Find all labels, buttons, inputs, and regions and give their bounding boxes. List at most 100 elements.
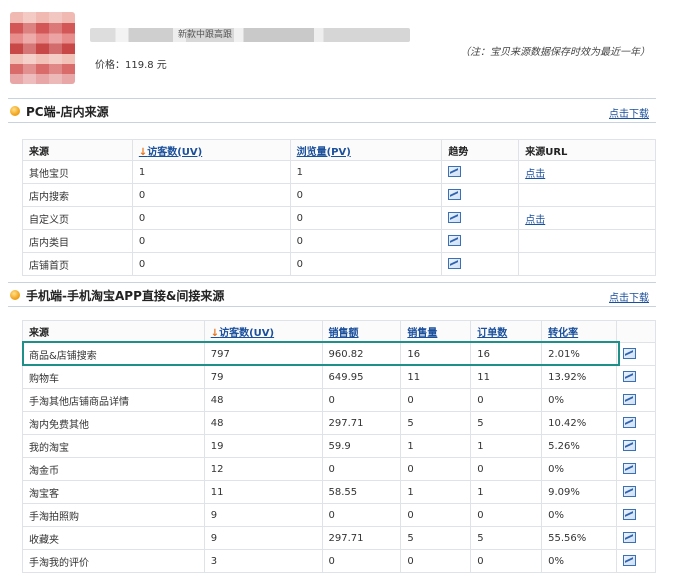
orders-cell: 0	[470, 503, 543, 527]
product-thumbnail[interactable]	[10, 12, 75, 84]
sales-cell: 0	[321, 457, 402, 481]
col-conversion[interactable]: 转化率	[541, 320, 618, 343]
trend-chart-icon[interactable]	[448, 189, 462, 201]
trend-chart-icon[interactable]	[448, 166, 462, 178]
orange-dot-icon	[10, 290, 20, 300]
trend-chart-icon[interactable]	[448, 258, 462, 270]
uv-cell: 0	[131, 252, 291, 276]
table-row: 淘金币 12 0 0 0 0%	[22, 457, 656, 481]
conversion-cell: 5.26%	[541, 434, 618, 458]
source-cell: 手淘拍照购	[22, 503, 205, 527]
source-cell: 购物车	[22, 365, 205, 389]
table-row: 购物车 79 649.95 11 11 13.92%	[22, 365, 656, 389]
uv-cell: 48	[203, 411, 323, 435]
source-cell: 手淘其他店铺商品详情	[22, 388, 205, 412]
url-link	[518, 229, 656, 253]
trend-chart-icon[interactable]	[623, 394, 637, 406]
conversion-cell: 2.01%	[541, 342, 618, 366]
col-uv[interactable]: ↓访客数(UV)	[203, 320, 323, 343]
orders-cell: 0	[470, 457, 543, 481]
conversion-cell: 0%	[541, 457, 618, 481]
pc-source-table: 来源 ↓访客数(UV) 浏览量(PV) 趋势 来源URL 其他宝贝 1 1 点击 店内搜…	[22, 139, 656, 276]
trend-cell	[441, 229, 520, 253]
uv-cell: 3	[203, 549, 323, 573]
trend-cell	[616, 457, 656, 481]
uv-cell: 11	[203, 480, 323, 504]
uv-cell: 1	[131, 160, 291, 184]
orders-cell: 0	[470, 388, 543, 412]
uv-cell: 48	[203, 388, 323, 412]
trend-chart-icon[interactable]	[623, 417, 637, 429]
table-row: 自定义页 0 0 点击	[22, 206, 656, 230]
col-source: 来源	[22, 320, 205, 343]
uv-cell: 9	[203, 503, 323, 527]
trend-cell	[441, 252, 520, 276]
trend-chart-icon[interactable]	[448, 212, 462, 224]
orange-dot-icon	[10, 106, 20, 116]
conversion-cell: 0%	[541, 549, 618, 573]
mobile-source-table: 来源 ↓访客数(UV) 销售额 销售量 订单数 转化率 商品&店铺搜索 797 96…	[22, 320, 656, 573]
orders-cell: 5	[470, 526, 543, 550]
trend-cell	[441, 206, 520, 230]
product-title[interactable]: 新款中跟高跟	[90, 28, 410, 42]
orders-cell: 1	[470, 434, 543, 458]
col-uv[interactable]: ↓访客数(UV)	[131, 139, 291, 161]
mobile-section-header: 手机端-手机淘宝APP直接&间接来源	[10, 285, 224, 305]
sales-cell: 960.82	[321, 342, 402, 366]
qty-cell: 1	[400, 480, 472, 504]
qty-cell: 0	[400, 457, 472, 481]
trend-cell	[441, 183, 520, 207]
table-row: 店内类目 0 0	[22, 229, 656, 253]
trend-chart-icon[interactable]	[623, 463, 637, 475]
url-link[interactable]: 点击	[518, 160, 656, 184]
source-cell: 店内类目	[22, 229, 133, 253]
trend-cell	[616, 411, 656, 435]
trend-cell	[616, 503, 656, 527]
mobile-download-link[interactable]: 点击下载	[609, 289, 649, 304]
uv-cell: 797	[203, 342, 323, 366]
col-sales[interactable]: 销售额	[321, 320, 402, 343]
trend-chart-icon[interactable]	[448, 235, 462, 247]
trend-chart-icon[interactable]	[623, 440, 637, 452]
trend-chart-icon[interactable]	[623, 509, 637, 521]
sales-cell: 649.95	[321, 365, 402, 389]
pv-cell: 0	[289, 229, 443, 253]
pc-download-link[interactable]: 点击下载	[609, 105, 649, 120]
trend-cell	[616, 365, 656, 389]
trend-chart-icon[interactable]	[623, 348, 637, 360]
divider	[8, 98, 656, 99]
sales-cell: 0	[321, 388, 402, 412]
url-link	[518, 252, 656, 276]
trend-chart-icon[interactable]	[623, 486, 637, 498]
trend-cell	[616, 480, 656, 504]
data-retention-note: （注：宝贝来源数据保存时效为最近一年）	[460, 47, 650, 58]
trend-chart-icon[interactable]	[623, 555, 637, 567]
pv-cell: 0	[289, 206, 443, 230]
col-trend: 趋势	[441, 139, 520, 161]
pc-section-header: PC端-店内来源	[10, 101, 109, 121]
table-row: 其他宝贝 1 1 点击	[22, 160, 656, 184]
col-qty[interactable]: 销售量	[400, 320, 472, 343]
trend-cell	[441, 160, 520, 184]
sales-cell: 58.55	[321, 480, 402, 504]
col-orders[interactable]: 订单数	[470, 320, 543, 343]
pc-section-title: PC端-店内来源	[26, 104, 109, 119]
table-row: 淘宝客 11 58.55 1 1 9.09%	[22, 480, 656, 504]
pv-cell: 0	[289, 252, 443, 276]
conversion-cell: 0%	[541, 388, 618, 412]
trend-chart-icon[interactable]	[623, 532, 637, 544]
source-cell: 其他宝贝	[22, 160, 133, 184]
conversion-cell: 13.92%	[541, 365, 618, 389]
orders-cell: 5	[470, 411, 543, 435]
table-row: 店铺首页 0 0	[22, 252, 656, 276]
table-row: 手淘其他店铺商品详情 48 0 0 0 0%	[22, 388, 656, 412]
pv-cell: 0	[289, 183, 443, 207]
trend-chart-icon[interactable]	[623, 371, 637, 383]
col-pv[interactable]: 浏览量(PV)	[289, 139, 443, 161]
source-cell: 手淘我的评价	[22, 549, 205, 573]
url-link[interactable]: 点击	[518, 206, 656, 230]
table-row: 手淘拍照购 9 0 0 0 0%	[22, 503, 656, 527]
source-cell: 淘宝客	[22, 480, 205, 504]
source-cell: 淘金币	[22, 457, 205, 481]
sales-cell: 297.71	[321, 526, 402, 550]
